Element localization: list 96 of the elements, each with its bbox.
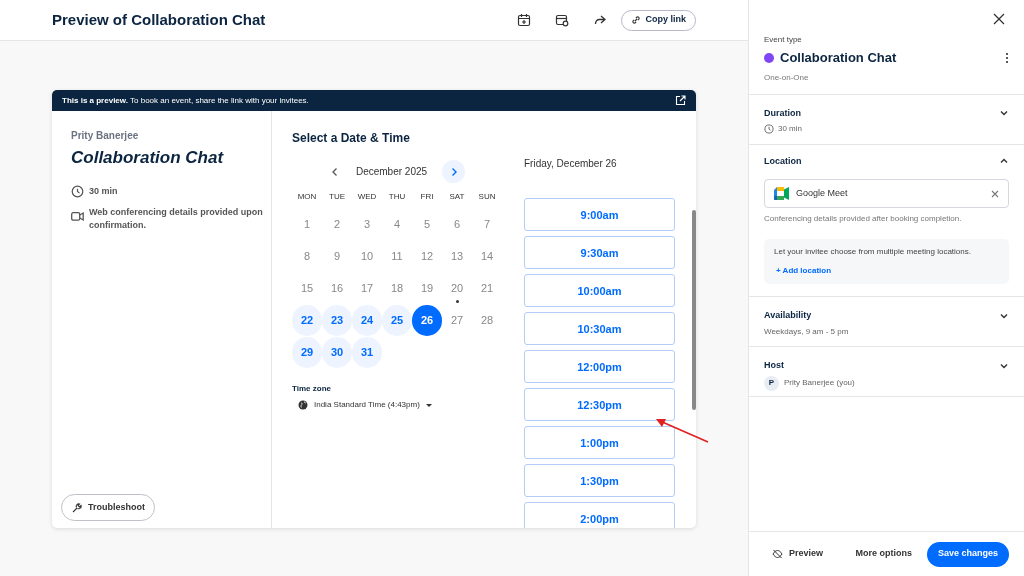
- month-label: December 2025: [355, 165, 428, 179]
- calendar-day[interactable]: 24: [352, 305, 382, 336]
- timezone-dropdown[interactable]: India Standard Time (4:43pm): [298, 399, 432, 411]
- clock-icon: [71, 184, 84, 198]
- clock-icon: [764, 124, 774, 134]
- weekday-label: WED: [357, 191, 377, 203]
- preview-notice: This is a preview. To book an event, share the link with your invitees.: [62, 94, 309, 107]
- annotation-arrow: [654, 416, 710, 444]
- time-slot[interactable]: 1:00pm: [524, 426, 675, 459]
- event-type-label: Event type: [764, 34, 803, 46]
- location-text: Web conferencing details provided upon confirmation.: [89, 206, 264, 232]
- host-value: Prity Banerjee (you): [784, 377, 855, 389]
- calendar-date: 4: [392, 217, 402, 233]
- section-title: Duration: [764, 106, 801, 120]
- calendar-day[interactable]: 22: [292, 305, 322, 336]
- duration-text: 30 min: [89, 184, 118, 198]
- eye-off-icon: [772, 549, 783, 559]
- calendar-date: 2: [332, 217, 342, 233]
- weekday-label: FRI: [420, 191, 434, 203]
- weekday-label: THU: [388, 191, 406, 203]
- wrench-icon: [71, 501, 83, 514]
- section-title: Availability: [764, 309, 812, 322]
- link-icon: [631, 15, 642, 25]
- time-slot[interactable]: 12:00pm: [524, 350, 675, 383]
- add-location-link[interactable]: + Add location: [776, 265, 999, 277]
- dropdown-caret-icon: [425, 403, 432, 407]
- calendar-date: 16: [329, 281, 345, 297]
- calendar-date: 6: [452, 217, 462, 233]
- troubleshoot-button[interactable]: Troubleshoot: [61, 494, 155, 521]
- calendar-date: 3: [362, 217, 372, 233]
- calendar-date: 8: [302, 249, 312, 265]
- section-title: Location: [764, 154, 802, 168]
- calendar-date: 7: [482, 217, 492, 233]
- preview-button[interactable]: Preview: [772, 547, 824, 561]
- calendar-date: 9: [332, 249, 342, 265]
- external-link-icon[interactable]: [675, 95, 686, 106]
- calendar-date: 15: [299, 281, 315, 297]
- calendar-date: 13: [449, 249, 465, 265]
- section-title: Host: [764, 359, 784, 372]
- calendar-date: 11: [390, 249, 404, 265]
- globe-icon: [298, 400, 308, 410]
- remove-icon[interactable]: [991, 189, 999, 198]
- location-value: Google Meet: [796, 186, 848, 200]
- calendar-date: 17: [359, 281, 375, 297]
- event-title: Collaboration Chat: [71, 147, 225, 169]
- calendar-date: 10: [359, 249, 375, 265]
- avatar: P: [764, 375, 779, 391]
- calendar-date: 5: [422, 217, 432, 233]
- section-heading: Select a Date & Time: [292, 130, 411, 147]
- calendar-settings-icon[interactable]: [555, 13, 570, 27]
- calendar-add-icon[interactable]: [517, 13, 532, 27]
- calendar-date: 28: [479, 313, 495, 329]
- calendar-day[interactable]: 25: [382, 305, 412, 336]
- time-slot[interactable]: 12:30pm: [524, 388, 675, 421]
- time-slot[interactable]: 9:00am: [524, 198, 675, 231]
- share-icon[interactable]: [593, 13, 608, 27]
- calendar-date: 1: [302, 217, 312, 233]
- event-kind: One-on-One: [764, 71, 810, 84]
- calendar-day[interactable]: 26: [412, 305, 442, 336]
- video-call-logo: [774, 187, 790, 200]
- close-icon[interactable]: [993, 13, 1005, 25]
- time-slot[interactable]: 10:30am: [524, 312, 675, 345]
- calendar-date: 27: [449, 313, 465, 329]
- location-note: Conferencing details provided after booking completion.: [764, 213, 963, 225]
- calendar-date: 19: [419, 281, 435, 297]
- time-slot[interactable]: 9:30am: [524, 236, 675, 269]
- calendar-date: 18: [389, 281, 405, 297]
- more-options-icon[interactable]: [1005, 51, 1009, 64]
- save-changes-button[interactable]: Save changes: [926, 541, 1009, 567]
- video-camera-icon: [71, 211, 84, 222]
- time-slot[interactable]: 2:00pm: [524, 502, 675, 528]
- location-hint: Let your invitee choose from multiple meeting locations.: [774, 246, 972, 258]
- calendar-day[interactable]: 23: [322, 305, 352, 336]
- event-name: Collaboration Chat: [780, 49, 897, 67]
- weekday-label: SUN: [478, 191, 496, 203]
- host-name: Prity Banerjee: [71, 129, 140, 143]
- calendar-date: 20: [442, 273, 472, 304]
- scrollbar[interactable]: [692, 210, 696, 410]
- weekday-label: MON: [297, 191, 317, 203]
- selected-date: Friday, December 26: [524, 157, 618, 171]
- calendar-day[interactable]: 29: [292, 337, 322, 368]
- calendar-day[interactable]: 30: [322, 337, 352, 368]
- weekday-label: SAT: [449, 191, 465, 203]
- location-field[interactable]: Google Meet: [764, 179, 1009, 208]
- time-slot[interactable]: 1:30pm: [524, 464, 675, 497]
- calendar-day[interactable]: 31: [352, 337, 382, 368]
- availability-value: Weekdays, 9 am - 5 pm: [764, 325, 850, 338]
- more-options-button[interactable]: More options: [855, 547, 912, 561]
- calendar-date: 12: [419, 249, 435, 265]
- time-slot[interactable]: 10:00am: [524, 274, 675, 307]
- calendar-date: 21: [479, 281, 495, 297]
- calendar-date: 14: [479, 249, 495, 265]
- page-title: Preview of Collaboration Chat: [52, 9, 266, 30]
- duration-value: 30 min: [778, 123, 802, 135]
- timezone-label: Time zone: [292, 383, 332, 395]
- weekday-label: TUE: [329, 191, 345, 203]
